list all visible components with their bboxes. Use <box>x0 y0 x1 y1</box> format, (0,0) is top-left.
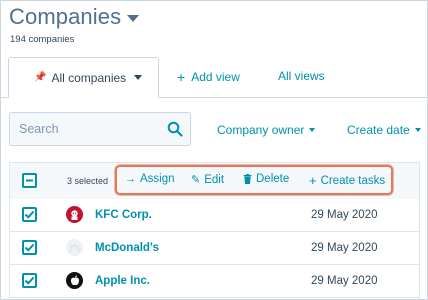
tab-label: All companies <box>51 70 127 85</box>
row-checkbox[interactable] <box>22 207 37 222</box>
checkmark-icon <box>24 210 35 219</box>
create-date-label: Create date <box>347 123 410 137</box>
checkmark-icon <box>24 243 35 252</box>
plus-icon: + <box>309 173 317 188</box>
table-row[interactable]: Apple Inc. 29 May 2020 <box>9 265 420 298</box>
add-view-button[interactable]: + Add view <box>177 69 240 85</box>
select-all-checkbox[interactable] <box>22 173 37 188</box>
pencil-icon: ✎ <box>191 174 201 186</box>
company-owner-label: Company owner <box>217 123 305 137</box>
create-date-cell: 29 May 2020 <box>311 242 378 254</box>
delete-label: Delete <box>256 173 290 185</box>
pin-icon: 📌 <box>34 72 47 83</box>
row-checkbox[interactable] <box>22 273 37 288</box>
edit-button[interactable]: ✎ Edit <box>191 173 225 187</box>
plus-icon: + <box>177 69 186 85</box>
all-views-link[interactable]: All views <box>278 69 325 83</box>
assign-button[interactable]: → Assign <box>125 173 175 185</box>
create-tasks-label: Create tasks <box>320 174 386 187</box>
selected-count: 3 selected <box>67 176 109 186</box>
trash-icon <box>243 174 252 184</box>
mcdonalds-logo-icon <box>66 239 83 256</box>
page-title: Companies <box>9 4 122 29</box>
arrow-right-icon: → <box>125 173 136 185</box>
create-date-cell: 29 May 2020 <box>311 275 378 287</box>
search-input[interactable] <box>19 122 159 136</box>
tab-all-companies[interactable]: 📌 All companies <box>8 57 159 98</box>
row-checkbox[interactable] <box>22 240 37 255</box>
checkmark-icon <box>24 276 35 285</box>
search-box <box>9 112 191 146</box>
caret-down-icon <box>134 75 143 80</box>
assign-label: Assign <box>140 173 175 185</box>
add-view-label: Add view <box>191 70 240 84</box>
edit-label: Edit <box>204 173 225 186</box>
all-views-label: All views <box>278 69 325 83</box>
kfc-logo-icon <box>66 206 83 223</box>
table-row[interactable]: KFC Corp. 29 May 2020 <box>9 199 420 232</box>
company-name-link[interactable]: McDonald's <box>95 242 159 254</box>
create-date-filter[interactable]: Create date <box>347 123 421 137</box>
search-icon[interactable] <box>167 121 183 137</box>
caret-down-icon <box>414 128 421 132</box>
delete-button[interactable]: Delete <box>243 173 289 185</box>
create-tasks-button[interactable]: + Create tasks <box>309 173 385 188</box>
record-count: 194 companies <box>10 34 75 45</box>
caret-down-icon <box>127 14 140 22</box>
table-row[interactable]: McDonald's 29 May 2020 <box>9 232 420 265</box>
caret-down-icon <box>309 128 316 132</box>
company-name-link[interactable]: Apple Inc. <box>95 275 150 287</box>
company-owner-filter[interactable]: Company owner <box>217 123 316 137</box>
apple-logo-icon <box>66 272 83 289</box>
minus-icon <box>26 179 33 182</box>
company-name-link[interactable]: KFC Corp. <box>95 209 152 221</box>
create-date-cell: 29 May 2020 <box>311 209 378 221</box>
page-title-dropdown[interactable]: Companies <box>9 4 140 30</box>
